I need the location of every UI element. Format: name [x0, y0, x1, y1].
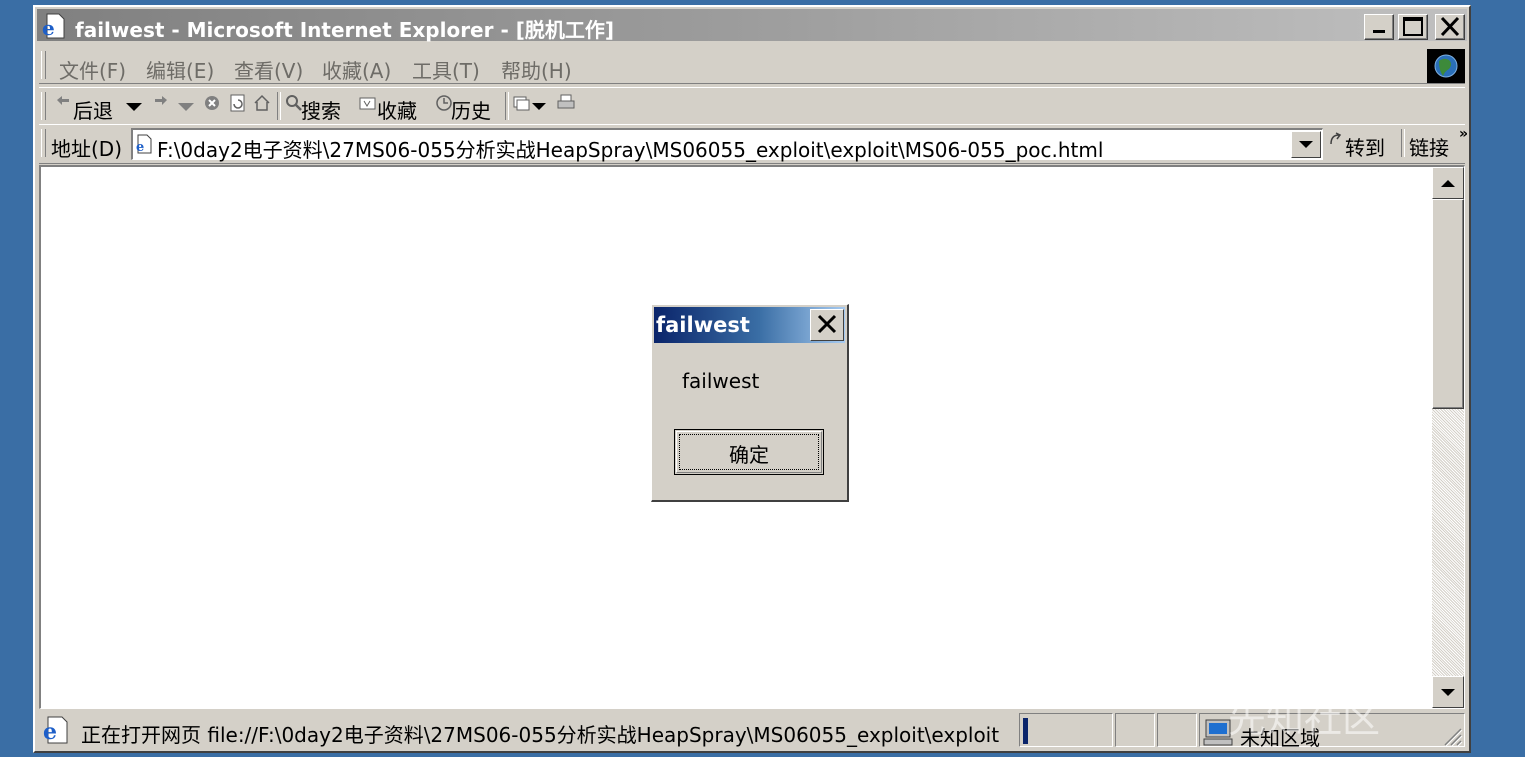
print-icon[interactable]: [557, 94, 577, 112]
close-icon: [1440, 16, 1460, 37]
toolbar-separator: [277, 92, 281, 120]
window-title: failwest - Microsoft Internet Explorer -…: [75, 18, 614, 42]
maximize-button[interactable]: [1398, 14, 1428, 40]
status-cell: [1115, 713, 1155, 747]
search-button[interactable]: 搜索: [283, 88, 353, 124]
maximize-icon: [1403, 17, 1423, 36]
forward-button[interactable]: [151, 88, 197, 124]
history-button[interactable]: 历史: [433, 88, 505, 124]
close-button[interactable]: [1435, 14, 1465, 40]
mail-dropdown-icon: [532, 103, 546, 110]
alert-dialog: failwest failwest 确定: [651, 304, 849, 502]
svg-text:e: e: [42, 16, 55, 39]
title-bar[interactable]: e failwest - Microsoft Internet Explorer…: [37, 9, 1467, 42]
dialog-title-bar[interactable]: failwest: [654, 307, 845, 343]
ie-status-icon: e: [41, 716, 71, 745]
back-button[interactable]: 后退: [53, 88, 145, 124]
dialog-close-button[interactable]: [810, 309, 844, 341]
forward-dropdown-icon: [178, 103, 194, 111]
search-label: 搜索: [301, 99, 341, 123]
scroll-down-button[interactable]: [1432, 676, 1464, 708]
scroll-up-button[interactable]: [1432, 167, 1464, 199]
address-url: F:\0day2电子资料\27MS06-055分析实战HeapSpray\MS0…: [157, 138, 1104, 162]
progress-bar: [1023, 718, 1028, 744]
address-bar: 地址(D) e F:\0day2电子资料\27MS06-055分析实战HeapS…: [39, 124, 1468, 164]
addressbar-separator: [1401, 129, 1405, 157]
go-arrow-icon: [1330, 132, 1342, 145]
progress-cell: [1019, 713, 1113, 747]
chevron-right-icon: »: [1459, 126, 1469, 142]
back-dropdown-icon: [126, 103, 142, 111]
addressbar-grip[interactable]: [41, 129, 46, 157]
history-label: 历史: [451, 99, 491, 123]
favorites-button[interactable]: 收藏: [357, 88, 429, 124]
resize-grip-icon[interactable]: [1441, 725, 1463, 747]
links-label: 链接: [1409, 136, 1449, 160]
links-button[interactable]: 链接 »: [1409, 126, 1468, 161]
favorites-folder-icon: [359, 97, 376, 110]
minimize-button[interactable]: [1364, 14, 1394, 40]
menu-tools[interactable]: 工具(T): [412, 55, 480, 84]
scroll-thumb[interactable]: [1432, 199, 1464, 409]
address-dropdown-button[interactable]: [1291, 131, 1321, 158]
mail-button[interactable]: [511, 88, 551, 124]
menu-bar: 文件(F) 编辑(E) 查看(V) 收藏(A) 工具(T) 帮助(H): [39, 47, 1465, 84]
menu-favorites[interactable]: 收藏(A): [322, 55, 391, 84]
mail-icon: [513, 96, 530, 111]
home-icon[interactable]: [253, 94, 271, 112]
menu-help[interactable]: 帮助(H): [501, 55, 572, 84]
ie-page-icon: e: [41, 13, 67, 40]
watermark: 先知社区: [1228, 697, 1381, 741]
address-label: 地址(D): [51, 137, 123, 161]
svg-text:e: e: [136, 140, 144, 154]
browser-window: e failwest - Microsoft Internet Explorer…: [33, 5, 1471, 753]
favorites-label: 收藏: [377, 99, 417, 123]
standard-toolbar: 后退 搜索 收藏 历史: [39, 87, 1465, 125]
dialog-title: failwest: [656, 313, 750, 337]
back-arrow-icon: [57, 96, 69, 105]
back-label: 后退: [73, 99, 113, 123]
status-text: 正在打开网页 file://F:\0day2电子资料\27MS06-055分析实…: [81, 723, 1000, 747]
page-content: failwest failwest 确定: [39, 165, 1465, 709]
address-input[interactable]: e F:\0day2电子资料\27MS06-055分析实战HeapSpray\M…: [131, 128, 1323, 162]
arrow-down-icon: [1441, 689, 1455, 696]
ok-button-label: 确定: [729, 443, 769, 467]
dialog-message: failwest: [682, 369, 760, 393]
chevron-down-icon: [1299, 141, 1313, 148]
ie-throbber-icon: [1427, 49, 1465, 83]
menubar-grip[interactable]: [41, 51, 46, 79]
refresh-icon[interactable]: [229, 94, 247, 112]
svg-text:e: e: [43, 719, 57, 744]
vertical-scrollbar[interactable]: [1432, 167, 1464, 708]
ok-button[interactable]: 确定: [674, 429, 824, 475]
stop-icon[interactable]: [203, 94, 221, 112]
toolbar-separator: [505, 92, 509, 120]
page-icon: e: [136, 134, 152, 154]
forward-arrow-icon: [155, 96, 167, 105]
toolbar-grip[interactable]: [41, 92, 46, 120]
menu-file[interactable]: 文件(F): [59, 55, 126, 84]
minimize-icon: [1373, 30, 1385, 33]
close-icon: [817, 314, 837, 334]
status-cell: [1157, 713, 1197, 747]
menu-edit[interactable]: 编辑(E): [146, 55, 214, 84]
arrow-up-icon: [1441, 180, 1455, 187]
menu-view[interactable]: 查看(V): [234, 55, 303, 84]
go-label: 转到: [1345, 136, 1385, 160]
